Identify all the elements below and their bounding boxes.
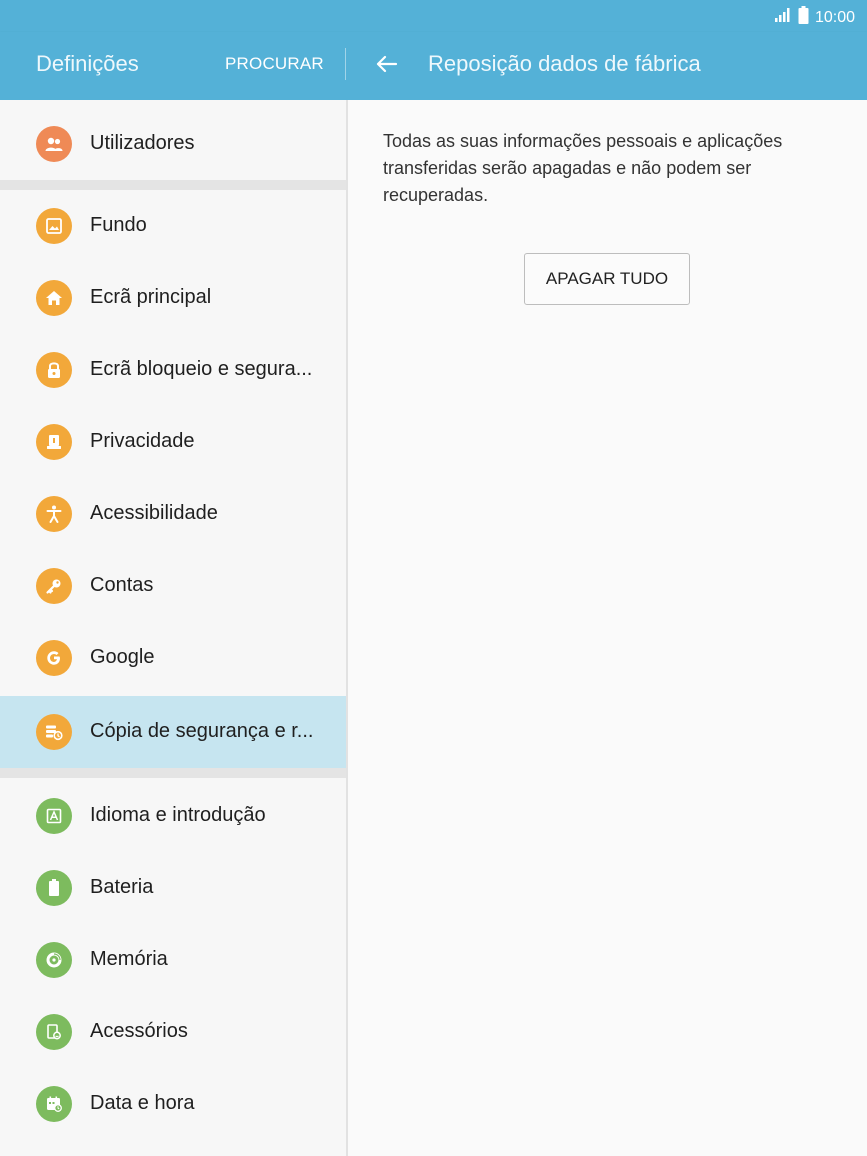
wallpaper-icon: [36, 208, 72, 244]
sidebar-item-users[interactable]: Utilizadores: [0, 108, 346, 180]
calendar-icon: [36, 1086, 72, 1122]
section-divider: [0, 768, 346, 778]
sidebar-item-label: Ecrã principal: [90, 286, 212, 308]
signal-icon: [774, 7, 792, 28]
sidebar-item-label: Acessórios: [90, 1020, 188, 1042]
erase-all-button[interactable]: APAGAR TUDO: [524, 253, 690, 305]
backup-icon: [36, 714, 72, 750]
sidebar-item-label: Cópia de segurança e r...: [90, 720, 314, 742]
accessories-icon: [36, 1014, 72, 1050]
appbar-divider: [345, 48, 346, 80]
sidebar-item-backup[interactable]: Cópia de segurança e r...: [0, 696, 346, 768]
battery-icon: [36, 870, 72, 906]
sidebar-item-battery[interactable]: Bateria: [0, 852, 346, 924]
battery-status-icon: [798, 6, 809, 29]
sidebar-item-accessories[interactable]: Acessórios: [0, 996, 346, 1068]
memory-icon: [36, 942, 72, 978]
sidebar-item-label: Fundo: [90, 214, 147, 236]
sidebar-item-wallpaper[interactable]: Fundo: [0, 190, 346, 262]
sidebar-item-label: Data e hora: [90, 1092, 195, 1114]
sidebar-item-lock-screen[interactable]: Ecrã bloqueio e segura...: [0, 334, 346, 406]
back-arrow-icon: [376, 55, 398, 73]
settings-title: Definições: [36, 51, 139, 76]
google-icon: [36, 640, 72, 676]
search-button[interactable]: PROCURAR: [225, 54, 324, 74]
page-title: Reposição dados de fábrica: [428, 51, 701, 76]
sidebar-item-label: Memória: [90, 948, 168, 970]
sidebar-item-label: Ecrã bloqueio e segura...: [90, 358, 313, 380]
factory-reset-panel: Todas as suas informações pessoais e apl…: [348, 100, 867, 1156]
sidebar-item-label: Bateria: [90, 876, 154, 898]
reset-description: Todas as suas informações pessoais e apl…: [383, 131, 783, 205]
language-icon: [36, 798, 72, 834]
sidebar-item-label: Privacidade: [90, 430, 195, 452]
sidebar-item-label: Idioma e introdução: [90, 804, 266, 826]
sidebar-item-privacy[interactable]: Privacidade: [0, 406, 346, 478]
users-icon: [36, 126, 72, 162]
sidebar-item-memory[interactable]: Memória: [0, 924, 346, 996]
sidebar-item-language[interactable]: Idioma e introdução: [0, 780, 346, 852]
accessibility-icon: [36, 496, 72, 532]
sidebar-item-label: Acessibilidade: [90, 502, 218, 524]
sidebar-item-label: Google: [90, 646, 155, 668]
sidebar-item-home-screen[interactable]: Ecrã principal: [0, 262, 346, 334]
sidebar-item-accounts[interactable]: Contas: [0, 550, 346, 622]
sidebar-item-label: Utilizadores: [90, 132, 195, 154]
section-divider: [0, 180, 346, 190]
home-icon: [36, 280, 72, 316]
sidebar-item-label: Contas: [90, 574, 154, 596]
privacy-icon: [36, 424, 72, 460]
status-bar: 10:00: [0, 0, 867, 32]
status-indicators: 10:00: [774, 6, 855, 29]
key-icon: [36, 568, 72, 604]
status-time: 10:00: [814, 8, 855, 26]
back-button[interactable]: [374, 50, 400, 78]
sidebar-item-accessibility[interactable]: Acessibilidade: [0, 478, 346, 550]
sidebar-item-date-time[interactable]: Data e hora: [0, 1068, 346, 1140]
app-bar: Definições PROCURAR Reposição dados de f…: [0, 32, 867, 100]
settings-list: Utilizadores Fundo Ecrã principal Ecrã b…: [0, 100, 346, 1156]
lock-icon: [36, 352, 72, 388]
sidebar-item-google[interactable]: Google: [0, 622, 346, 694]
